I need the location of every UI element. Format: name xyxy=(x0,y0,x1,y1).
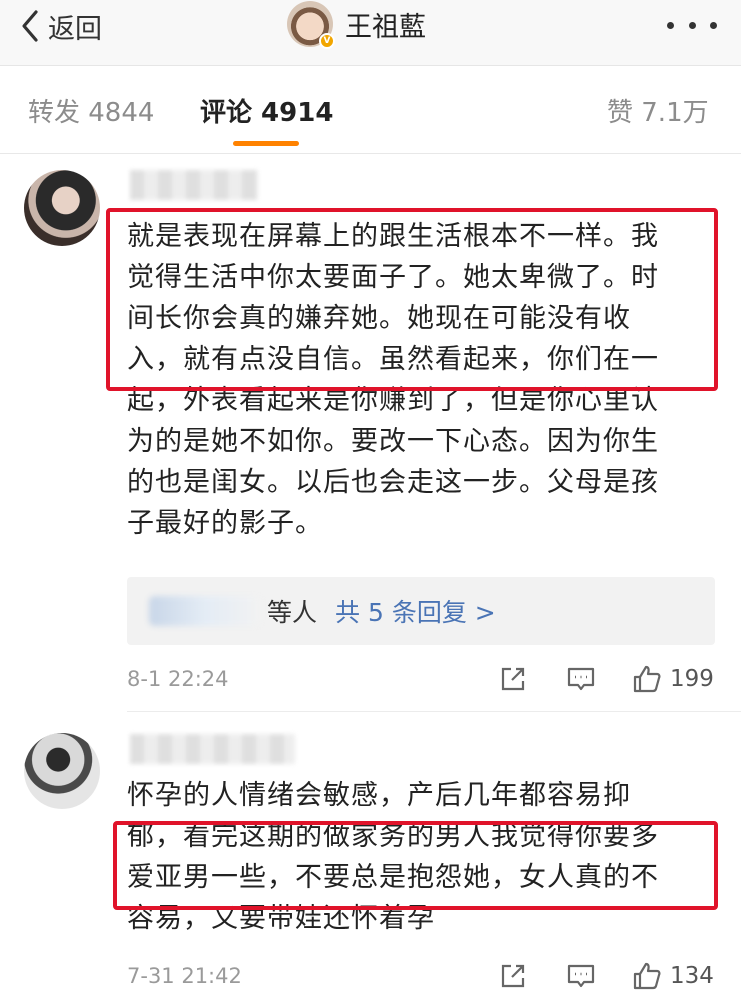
more-options-button[interactable] xyxy=(667,10,717,40)
comment-timestamp: 7-31 21:42 xyxy=(127,964,242,988)
comment-line: 怀孕的人情绪会敏感，产后几年都容易抑 xyxy=(127,780,631,811)
tab-reposts[interactable]: 转发 4844 xyxy=(28,92,154,129)
verified-badge-icon: V xyxy=(319,33,335,49)
comment-line: 起，外表看起来是你赚到了，但是你心里认 xyxy=(127,385,659,416)
dot-icon xyxy=(667,21,674,29)
top-bar: 返回 V 王祖藍 xyxy=(0,0,741,66)
view-replies-link[interactable]: 共 5 条回复 > xyxy=(335,593,496,629)
chevron-left-icon xyxy=(22,10,38,42)
tab-comments[interactable]: 评论 4914 xyxy=(200,92,333,129)
commenter-avatar[interactable] xyxy=(24,733,100,809)
reply-suffix: 等人 xyxy=(267,598,318,627)
thumbs-up-icon xyxy=(632,961,662,991)
share-icon[interactable] xyxy=(498,961,528,991)
comment-line: 子最好的影子。 xyxy=(127,508,323,539)
like-button[interactable]: 134 xyxy=(632,961,714,991)
comment-text: 就是表现在屏幕上的跟生活根本不一样。我 觉得生活中你太要面子了。她太卑微了。时 … xyxy=(127,216,717,544)
thumbs-up-icon xyxy=(632,664,662,694)
dot-icon xyxy=(710,21,717,29)
comment-divider xyxy=(127,711,741,712)
dot-icon xyxy=(688,21,696,29)
comment-line: 郁，看完这期的做家务的男人我觉得你要多 xyxy=(127,821,659,852)
comment-line: 就是表现在屏幕上的跟生活根本不一样。我 xyxy=(127,221,659,252)
comment-actions: 134 xyxy=(498,958,714,994)
replies-preview[interactable]: 等人 共 5 条回复 > xyxy=(127,577,715,645)
tab-bar: 转发 4844 评论 4914 赞 7.1万 xyxy=(0,66,741,154)
reply-username-blurred xyxy=(149,596,261,626)
like-count: 134 xyxy=(670,963,714,989)
commenter-avatar[interactable] xyxy=(24,170,100,246)
back-button[interactable]: 返回 xyxy=(18,8,102,45)
comment-line: 为的是她不如你。要改一下心态。因为你生 xyxy=(127,426,659,457)
comment-line: 觉得生活中你太要面子了。她太卑微了。时 xyxy=(127,262,659,293)
comment-text: 怀孕的人情绪会敏感，产后几年都容易抑 郁，看完这期的做家务的男人我觉得你要多 爱… xyxy=(127,775,717,939)
comment-line: 容易，又要带娃还怀着孕 xyxy=(127,903,435,934)
comment-line: 爱亚男一些，不要总是抱怨她，女人真的不 xyxy=(127,862,659,893)
comment-timestamp: 8-1 22:24 xyxy=(127,667,229,691)
profile-title[interactable]: V 王祖藍 xyxy=(287,1,426,49)
comment-icon[interactable] xyxy=(566,961,596,991)
like-count: 199 xyxy=(670,666,714,692)
comment-actions: 199 xyxy=(498,661,714,697)
avatar: V xyxy=(287,1,335,49)
username-blurred[interactable] xyxy=(130,734,295,764)
share-icon[interactable] xyxy=(498,664,528,694)
tab-likes[interactable]: 赞 7.1万 xyxy=(607,92,709,129)
page-title: 王祖藍 xyxy=(345,11,426,43)
username-blurred[interactable] xyxy=(130,170,258,200)
comment-line: 间长你会真的嫌弃她。她现在可能没有收 xyxy=(127,303,631,334)
comment-icon[interactable] xyxy=(566,664,596,694)
active-tab-indicator xyxy=(233,141,299,146)
back-label: 返回 xyxy=(48,13,102,45)
like-button[interactable]: 199 xyxy=(632,664,714,694)
comment-line: 入，就有点没自信。虽然看起来，你们在一 xyxy=(127,344,659,375)
comment-line: 的也是闺女。以后也会走这一步。父母是孩 xyxy=(127,467,659,498)
